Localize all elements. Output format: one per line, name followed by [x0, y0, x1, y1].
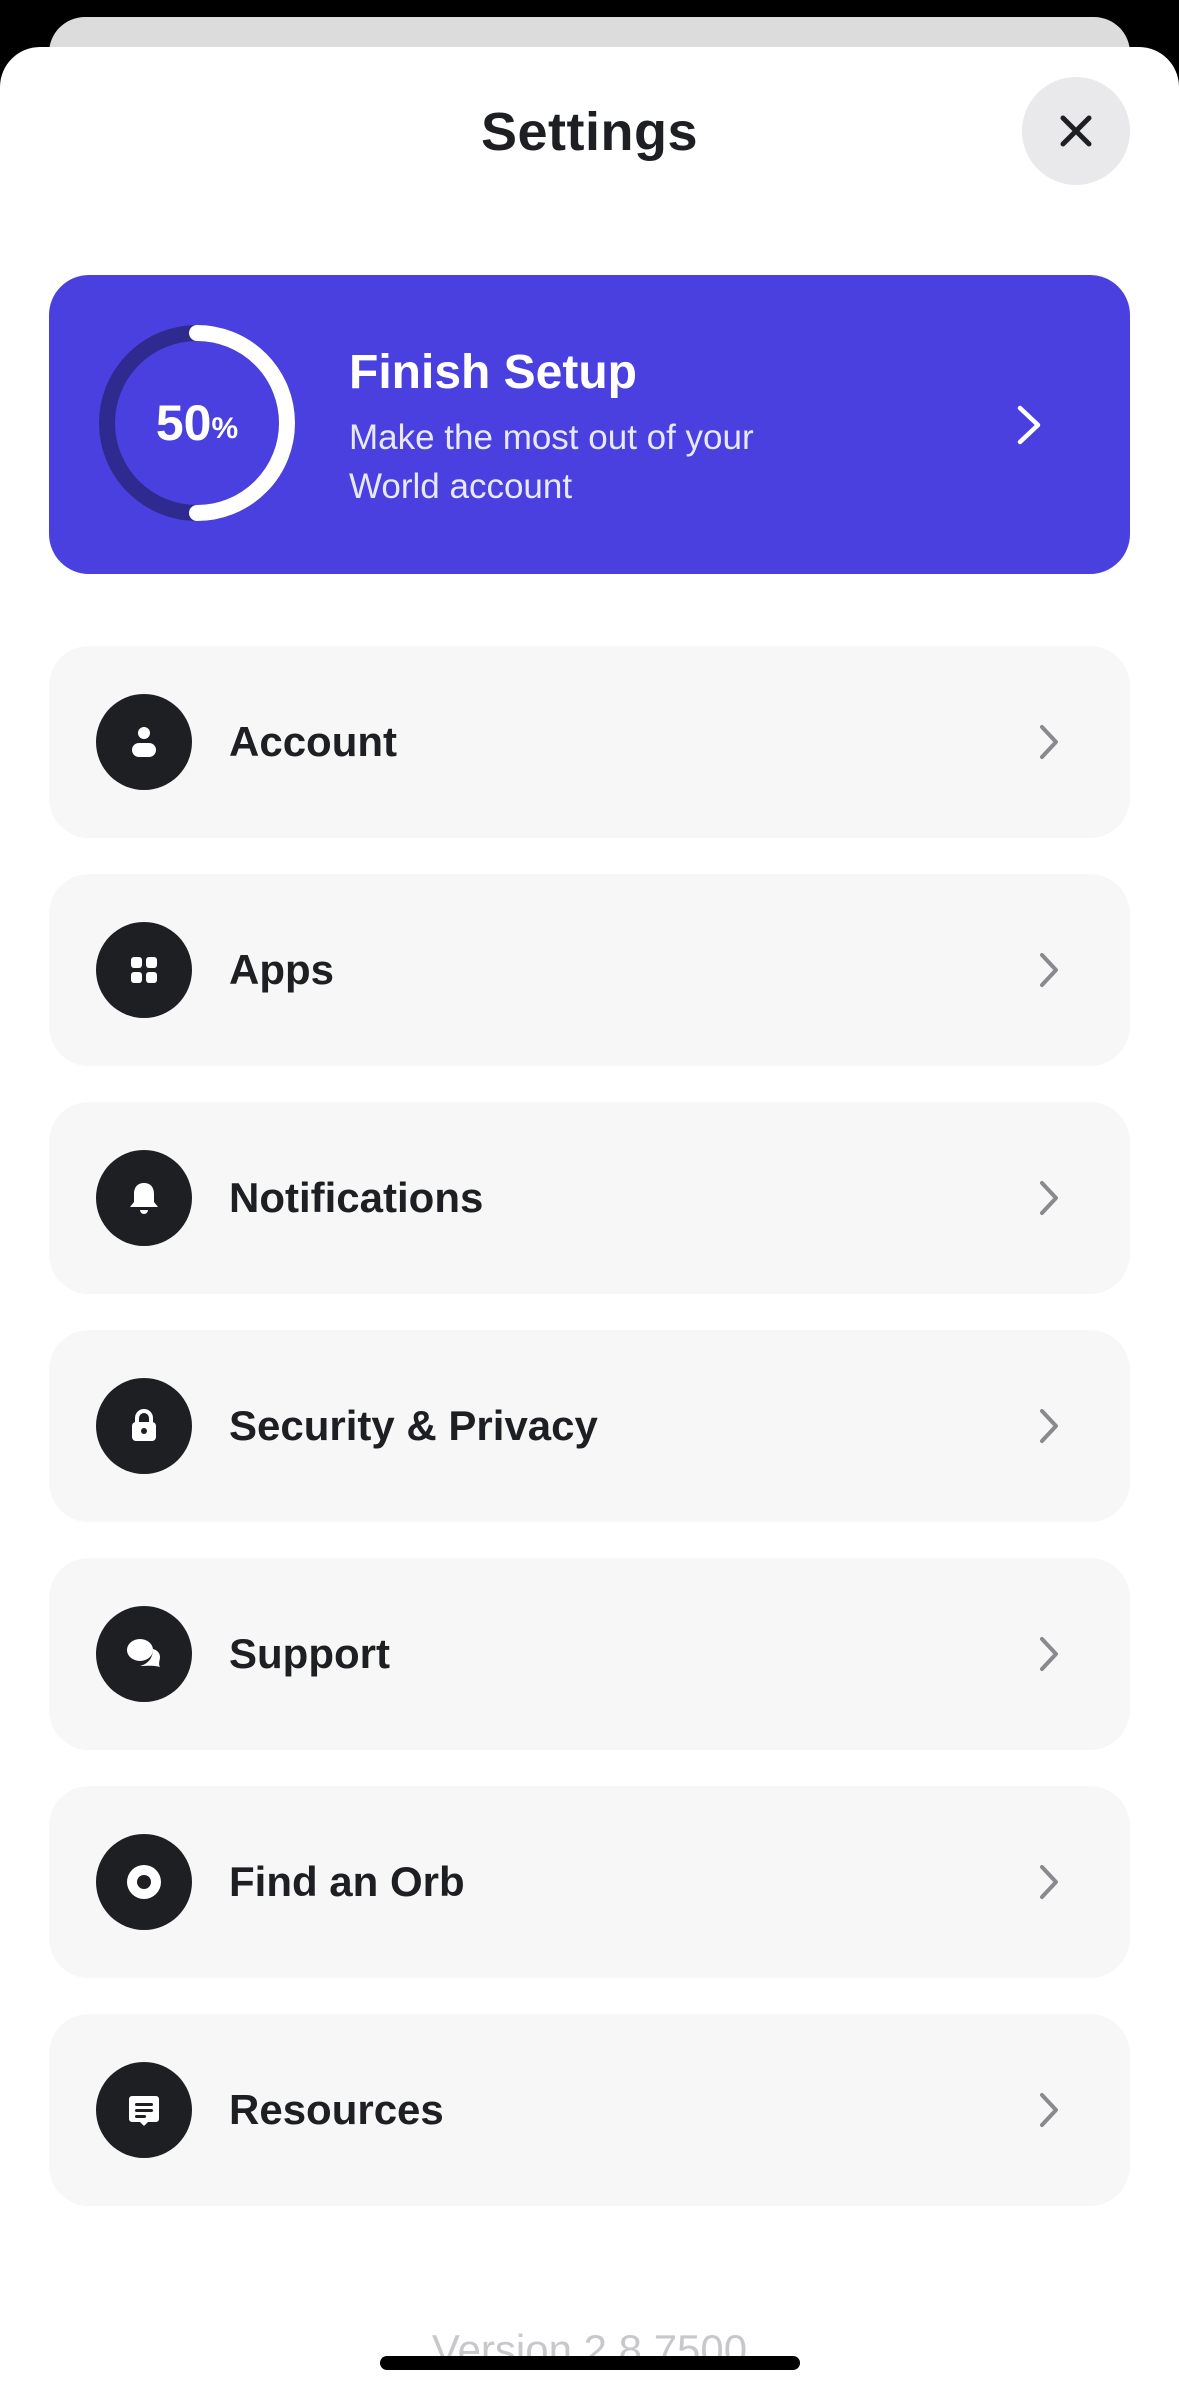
progress-value: 50 [155, 395, 212, 451]
settings-item-label: Support [229, 1630, 390, 1677]
home-indicator [380, 2356, 800, 2370]
settings-item-label: Account [229, 718, 397, 765]
settings-item-label: Apps [229, 946, 334, 993]
apps-grid-icon [96, 922, 192, 1018]
chat-bubbles-icon [96, 1606, 192, 1702]
settings-item-security-privacy[interactable]: Security & Privacy [49, 1330, 1130, 1522]
setup-subtitle: Make the most out of your World account [349, 418, 754, 506]
user-icon [96, 694, 192, 790]
settings-item-find-an-orb[interactable]: Find an Orb [49, 1786, 1130, 1978]
settings-item-support[interactable]: Support [49, 1558, 1130, 1750]
close-button[interactable] [1022, 77, 1130, 185]
chevron-right-icon [1040, 1409, 1058, 1443]
settings-item-label: Notifications [229, 1174, 484, 1221]
chevron-right-icon [1040, 953, 1058, 987]
settings-item-account[interactable]: Account [49, 646, 1130, 838]
settings-item-resources[interactable]: Resources [49, 2014, 1130, 2206]
chevron-right-icon [1017, 405, 1041, 445]
chevron-right-icon [1040, 725, 1058, 759]
page-title: Settings [480, 102, 699, 162]
settings-sheet: Settings 50% Finish Setup Make the most … [0, 47, 1179, 2396]
lock-icon [96, 1378, 192, 1474]
settings-item-label: Find an Orb [229, 1858, 465, 1905]
progress-label: 50% [97, 323, 297, 523]
bell-icon [96, 1150, 192, 1246]
settings-item-label: Security & Privacy [229, 1402, 598, 1449]
progress-percent-sign: % [211, 412, 239, 445]
settings-item-notifications[interactable]: Notifications [49, 1102, 1130, 1294]
orb-icon [96, 1834, 192, 1930]
chevron-right-icon [1040, 1865, 1058, 1899]
chevron-right-icon [1040, 2093, 1058, 2127]
settings-item-apps[interactable]: Apps [49, 874, 1130, 1066]
chevron-right-icon [1040, 1181, 1058, 1215]
setup-title: Finish Setup [349, 346, 637, 399]
finish-setup-card[interactable]: 50% Finish Setup Make the most out of yo… [49, 275, 1130, 574]
document-icon [96, 2062, 192, 2158]
close-icon [1060, 115, 1092, 147]
settings-item-label: Resources [229, 2086, 444, 2133]
chevron-right-icon [1040, 1637, 1058, 1671]
